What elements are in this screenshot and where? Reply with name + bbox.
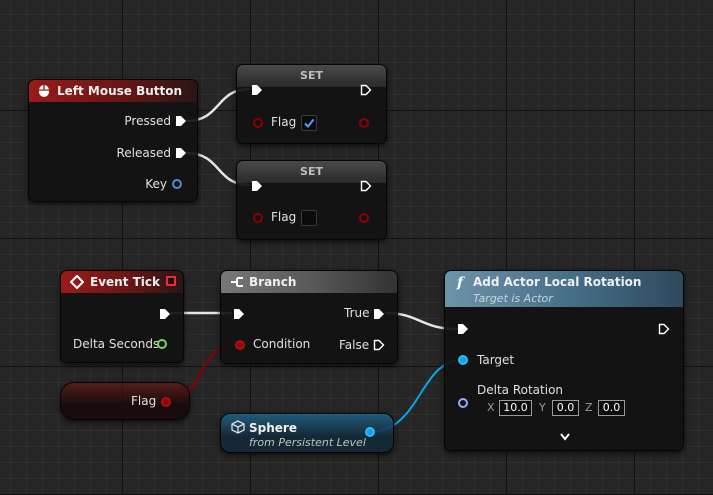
chevron-down-icon[interactable] — [559, 432, 571, 442]
set1-flag-label: Flag — [271, 115, 297, 129]
event-delegate-pin[interactable] — [166, 276, 176, 286]
z-label: Z — [585, 401, 593, 414]
y-label: Y — [539, 401, 546, 414]
function-icon: f — [457, 275, 464, 291]
cube-icon — [231, 420, 245, 434]
set2-flag-checkbox[interactable] — [301, 210, 317, 226]
left-mouse-button-title: Left Mouse Button — [57, 84, 183, 98]
event-tick-exec-out-pin[interactable] — [159, 308, 171, 320]
branch-exec-in-pin[interactable] — [233, 308, 245, 320]
event-tick-node[interactable]: Event Tick Delta Seconds — [60, 270, 184, 363]
left-mouse-button-node[interactable]: Left Mouse Button Pressed Released Key — [28, 79, 198, 202]
set1-exec-in-pin[interactable] — [251, 84, 263, 96]
released-exec-pin[interactable] — [175, 147, 187, 159]
delta-rotation-label: Delta Rotation — [477, 383, 564, 397]
sphere-reference-node[interactable]: Sphere from Persistent Level — [220, 413, 394, 453]
delta-rotation-pin[interactable] — [458, 398, 468, 408]
set2-flag-in-pin[interactable] — [253, 213, 263, 223]
target-pin[interactable] — [458, 355, 468, 365]
flag-getter-label: Flag — [131, 394, 157, 408]
pressed-label: Pressed — [124, 114, 171, 128]
flag-getter-node[interactable]: Flag — [60, 382, 190, 420]
branch-true-label: True — [344, 306, 370, 320]
set1-flag-in-pin[interactable] — [253, 118, 263, 128]
set-flag-node-1[interactable]: SET Flag — [236, 64, 387, 144]
mouse-icon — [39, 85, 49, 97]
add-actor-local-rotation-node[interactable]: f Add Actor Local Rotation Target is Act… — [444, 270, 684, 451]
branch-condition-label: Condition — [253, 337, 311, 351]
event-tick-title: Event Tick — [90, 275, 161, 289]
branch-false-label: False — [339, 338, 370, 352]
event-icon — [70, 275, 84, 289]
delta-seconds-label: Delta Seconds — [73, 337, 160, 351]
add-actor-local-rotation-title: Add Actor Local Rotation — [473, 275, 642, 289]
set1-exec-out-pin[interactable] — [360, 84, 372, 96]
add-actor-local-rotation-header: f Add Actor Local Rotation Target is Act… — [445, 271, 683, 307]
sphere-out-pin[interactable] — [365, 427, 375, 437]
branch-node[interactable]: Branch True Condition False — [220, 270, 398, 364]
branch-icon — [231, 277, 243, 287]
key-pin[interactable] — [172, 179, 182, 189]
sphere-subtitle: from Persistent Level — [249, 436, 366, 449]
flag-getter-pin[interactable] — [161, 397, 171, 407]
target-label: Target — [477, 353, 515, 367]
add-rot-exec-in-pin[interactable] — [457, 323, 469, 335]
set2-flag-out-pin[interactable] — [359, 213, 369, 223]
y-value-field[interactable]: 0.0 — [552, 400, 579, 416]
add-actor-local-rotation-subtitle: Target is Actor — [473, 292, 553, 305]
branch-title: Branch — [249, 275, 297, 289]
pressed-exec-pin[interactable] — [175, 115, 187, 127]
checkmark-icon — [304, 118, 315, 129]
delta-seconds-pin[interactable] — [157, 339, 167, 349]
sphere-title: Sphere — [249, 421, 297, 435]
branch-header: Branch — [221, 271, 397, 293]
set2-exec-in-pin[interactable] — [251, 180, 263, 192]
event-tick-header: Event Tick — [61, 271, 183, 293]
set2-exec-out-pin[interactable] — [360, 180, 372, 192]
branch-true-pin[interactable] — [373, 308, 385, 320]
left-mouse-button-header: Left Mouse Button — [29, 80, 197, 102]
x-value-field[interactable]: 10.0 — [499, 400, 532, 416]
z-value-field[interactable]: 0.0 — [598, 400, 625, 416]
set-flag-node-2[interactable]: SET Flag — [236, 160, 387, 240]
add-rot-exec-out-pin[interactable] — [658, 323, 670, 335]
released-label: Released — [116, 146, 171, 160]
set2-flag-label: Flag — [271, 210, 297, 224]
set1-flag-checkbox[interactable] — [301, 115, 317, 131]
x-label: X — [487, 401, 495, 414]
set1-flag-out-pin[interactable] — [359, 118, 369, 128]
key-label: Key — [145, 177, 167, 191]
branch-false-pin[interactable] — [373, 339, 385, 351]
branch-condition-pin[interactable] — [235, 340, 245, 350]
